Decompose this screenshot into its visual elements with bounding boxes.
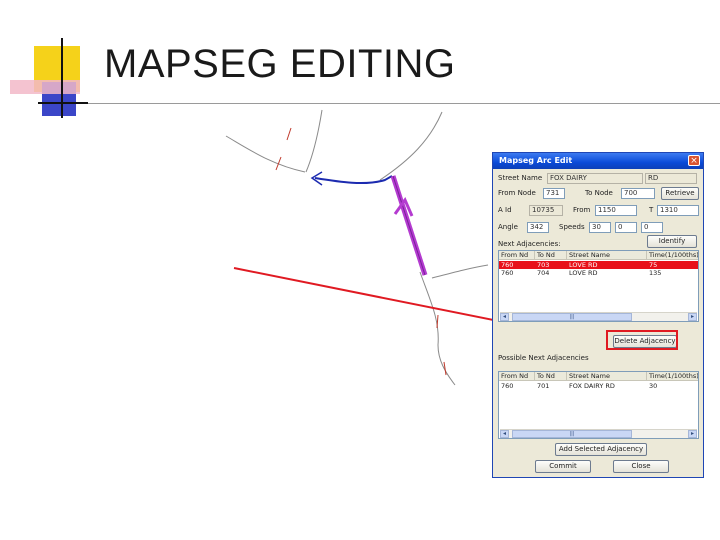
to-address-field[interactable]: 1310 bbox=[657, 205, 699, 216]
table-row[interactable]: 760 704 LOVE RD 135 bbox=[499, 269, 698, 277]
possible-adjacencies-label: Possible Next Adjacencies bbox=[498, 354, 589, 362]
cell: 760 bbox=[501, 382, 514, 390]
street-name-label: Street Name bbox=[498, 174, 543, 182]
scroll-right-icon[interactable]: ▸ bbox=[688, 430, 697, 438]
add-selected-adjacency-button[interactable]: Add Selected Adjacency bbox=[555, 443, 647, 456]
close-icon[interactable]: × bbox=[688, 155, 700, 166]
road-gray-3 bbox=[379, 111, 443, 181]
edit-segment-core bbox=[392, 175, 426, 276]
road-gray-5 bbox=[431, 264, 489, 279]
node-tick-1 bbox=[286, 127, 292, 141]
identify-button[interactable]: Identify bbox=[647, 235, 697, 248]
commit-button[interactable]: Commit bbox=[535, 460, 591, 473]
retrieve-button[interactable]: Retrieve bbox=[661, 187, 699, 200]
cell: 760 bbox=[501, 269, 514, 277]
column-header[interactable]: Time(1/100ths) bbox=[647, 372, 698, 381]
column-header[interactable]: Street Name bbox=[567, 372, 647, 381]
angle-label: Angle bbox=[498, 223, 518, 231]
angle-field[interactable]: 342 bbox=[527, 222, 549, 233]
from-address-label: From bbox=[573, 206, 591, 214]
delete-adjacency-highlight bbox=[606, 330, 678, 350]
possible-adjacencies-list[interactable]: From Nd To Nd Street Name Time(1/100ths)… bbox=[498, 371, 699, 439]
cell: FOX DAIRY RD bbox=[569, 382, 615, 390]
column-header[interactable]: To Nd bbox=[535, 372, 567, 381]
to-node-label: To Node bbox=[585, 189, 613, 197]
road-gray-4 bbox=[419, 271, 456, 386]
road-gray-1 bbox=[225, 135, 306, 173]
arc-id-label: A Id bbox=[498, 206, 512, 214]
street-name-field[interactable]: FOX DAIRY bbox=[547, 173, 643, 184]
scroll-left-icon[interactable]: ◂ bbox=[500, 430, 509, 438]
from-node-label: From Node bbox=[498, 189, 536, 197]
to-address-label: T bbox=[649, 206, 654, 214]
close-button[interactable]: Close bbox=[613, 460, 669, 473]
scroll-thumb[interactable]: ||| bbox=[512, 313, 632, 321]
dialog-title: Mapseg Arc Edit bbox=[499, 156, 573, 165]
table-row[interactable]: 760 701 FOX DAIRY RD 30 bbox=[499, 382, 698, 390]
column-header[interactable]: To Nd bbox=[535, 251, 567, 260]
scroll-thumb[interactable]: ||| bbox=[512, 430, 632, 438]
next-list-scrollbar[interactable]: ◂ ||| ▸ bbox=[500, 312, 697, 321]
column-header[interactable]: Time(1/100ths) bbox=[647, 251, 698, 260]
node-tick-3 bbox=[436, 314, 439, 329]
road-gray-2 bbox=[305, 109, 323, 173]
cell: LOVE RD bbox=[569, 269, 598, 277]
cell: 703 bbox=[537, 261, 550, 269]
from-address-field[interactable]: 1150 bbox=[595, 205, 637, 216]
possible-list-scrollbar[interactable]: ◂ ||| ▸ bbox=[500, 429, 697, 438]
arc-id-field[interactable]: 10735 bbox=[529, 205, 563, 216]
cell: 30 bbox=[649, 382, 658, 390]
next-adjacencies-label: Next Adjacencies: bbox=[498, 240, 561, 248]
column-header[interactable]: From Nd bbox=[499, 372, 535, 381]
speed-field-2[interactable]: 0 bbox=[615, 222, 637, 233]
column-header[interactable]: Street Name bbox=[567, 251, 647, 260]
speeds-label: Speeds bbox=[559, 223, 585, 231]
dialog-titlebar[interactable]: Mapseg Arc Edit × bbox=[493, 153, 703, 169]
next-adjacencies-list[interactable]: From Nd To Nd Street Name Time(1/100ths)… bbox=[498, 250, 699, 322]
from-node-field[interactable]: 731 bbox=[543, 188, 565, 199]
column-header[interactable]: From Nd bbox=[499, 251, 535, 260]
cell: 135 bbox=[649, 269, 662, 277]
cell: 760 bbox=[501, 261, 514, 269]
scroll-right-icon[interactable]: ▸ bbox=[688, 313, 697, 321]
mapseg-arc-edit-dialog: Mapseg Arc Edit × Street Name FOX DAIRY … bbox=[492, 152, 704, 478]
speed-field-3[interactable]: 0 bbox=[641, 222, 663, 233]
speed-field-1[interactable]: 30 bbox=[589, 222, 611, 233]
scroll-left-icon[interactable]: ◂ bbox=[500, 313, 509, 321]
table-row[interactable]: 760 703 LOVE RD 75 bbox=[499, 261, 698, 269]
cell: LOVE RD bbox=[569, 261, 598, 269]
cell: 704 bbox=[537, 269, 550, 277]
street-suffix-field[interactable]: RD bbox=[645, 173, 697, 184]
cell: 701 bbox=[537, 382, 550, 390]
to-node-field[interactable]: 700 bbox=[621, 188, 655, 199]
cell: 75 bbox=[649, 261, 658, 269]
